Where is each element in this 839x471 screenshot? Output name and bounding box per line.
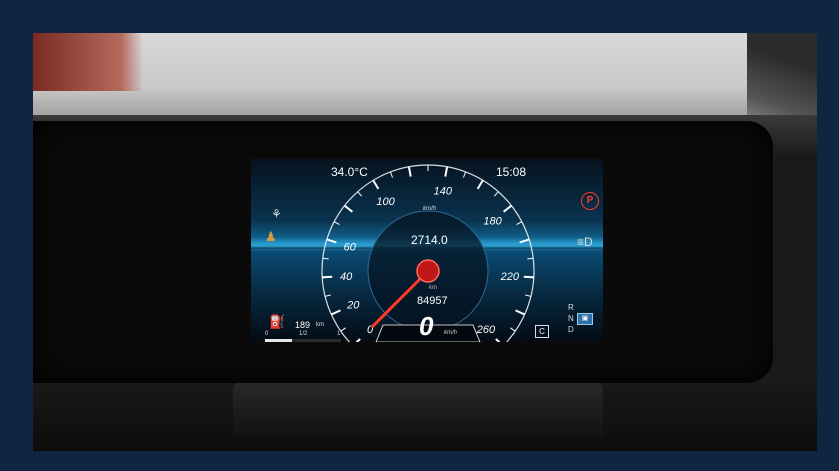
fuel-level-fill: [265, 339, 292, 342]
outside-temperature: 34.0°C: [331, 165, 368, 179]
gauge-tick: [333, 221, 340, 225]
gauge-tick: [495, 338, 501, 342]
gauge-tick-label: 20: [346, 300, 360, 312]
gauge-tick: [462, 171, 467, 178]
gauge-tick: [516, 221, 523, 225]
gauge-tick: [355, 338, 361, 342]
gauge-tick: [340, 327, 346, 332]
gauge-tick: [524, 294, 532, 297]
gauge-tick: [322, 257, 329, 260]
fuel-range-unit: km: [316, 322, 324, 328]
gauge-tick: [519, 238, 530, 244]
parking-brake-icon: P: [581, 192, 599, 210]
fuel-scale-empty: 0: [265, 331, 269, 337]
fuel-range: 189: [295, 320, 311, 330]
odometer-unit: km: [429, 285, 437, 291]
gauge-tick: [389, 171, 394, 178]
gear-n: N: [568, 314, 574, 323]
fuel-level-bar: [265, 339, 341, 342]
digital-speed: 0: [419, 311, 434, 341]
fuel-scale-half: 1/2: [299, 331, 308, 337]
gauge-tick-label: 220: [500, 271, 520, 283]
gauge-tick: [357, 191, 363, 197]
gauge-tick: [322, 275, 333, 279]
gauge-tick-label: 260: [476, 324, 496, 336]
gauge-tick-label: 60: [344, 242, 357, 254]
gauge-tick: [523, 275, 534, 279]
gauge-tick: [515, 309, 526, 316]
parking-camera-icon: ▣: [577, 313, 593, 325]
gauge-tick: [372, 179, 380, 190]
gauge-tick: [493, 191, 499, 197]
needle-hub: [416, 259, 440, 283]
gauge-tick: [476, 179, 484, 190]
fuel-scale-full: 1: [337, 331, 341, 337]
drive-mode-indicator: C: [535, 325, 549, 338]
gauge-tick-label: 40: [340, 271, 353, 283]
digital-speed-unit: km/h: [444, 330, 458, 336]
gear-selector: R N D: [568, 302, 574, 335]
odometer: 84957: [417, 295, 448, 307]
gauge-unit-label: km/h: [423, 206, 437, 212]
gauge-tick: [330, 309, 341, 316]
gauge-tick: [343, 204, 354, 213]
gear-d: D: [568, 325, 574, 334]
gear-r: R: [568, 303, 574, 312]
headlamp-icon: ≡D: [577, 235, 593, 249]
gauge-tick: [407, 166, 412, 177]
trip-distance: 2714.0: [411, 233, 448, 247]
gauge-tick: [510, 327, 516, 332]
gauge-tick: [527, 257, 534, 260]
gauge-tick: [444, 166, 449, 177]
instrument-cluster: 0 20 40 60 100 140 180 220 260 34.0°C 15:08 km/h…: [251, 159, 603, 342]
air-vent: [233, 378, 603, 438]
gauge-tick-label: 180: [483, 215, 502, 227]
gauge-tick: [326, 238, 337, 244]
red-car-outside: [33, 33, 143, 91]
gauge-tick-label: 100: [376, 196, 395, 208]
clock: 15:08: [496, 165, 527, 179]
gauge-tick: [502, 204, 513, 213]
gauge-tick-label: 140: [434, 185, 453, 197]
wiper-icon: ⚘: [271, 207, 282, 221]
seatbelt-icon: ♟: [265, 229, 277, 244]
gauge-tick: [324, 294, 332, 297]
fuel-pump-icon: ⛽: [269, 314, 286, 329]
